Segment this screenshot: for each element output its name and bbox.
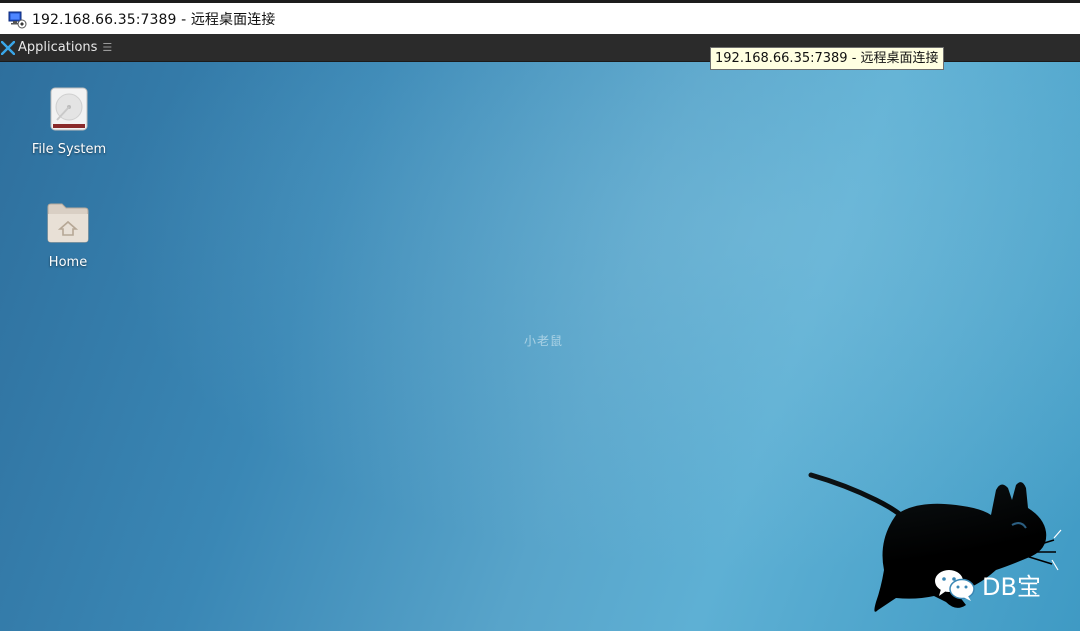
drive-icon — [50, 87, 88, 131]
watermark-text: DB宝 — [982, 573, 1041, 601]
applications-menu-button[interactable]: Applications ☰ — [0, 34, 112, 61]
xfce-logo-icon — [1, 40, 15, 55]
remote-desktop-icon — [8, 11, 27, 28]
wechat-icon — [935, 569, 975, 601]
applications-label: Applications — [18, 40, 98, 55]
desktop-icon-file-system[interactable]: File System — [19, 86, 119, 157]
window-title-tooltip: 192.168.66.35:7389 - 远程桌面连接 — [710, 47, 944, 70]
window-titlebar[interactable]: 192.168.66.35:7389 - 远程桌面连接 — [0, 0, 1080, 34]
menu-more-icon: ☰ — [102, 41, 113, 54]
home-folder-icon — [47, 203, 89, 243]
desktop-icon-label: File System — [31, 142, 107, 157]
wechat-watermark: DB宝 — [934, 567, 1041, 602]
desktop-icon-home[interactable]: Home — [18, 199, 118, 270]
center-watermark: 小老鼠 — [524, 334, 564, 348]
desktop-icon-label: Home — [48, 255, 88, 270]
window-title: 192.168.66.35:7389 - 远程桌面连接 — [32, 11, 276, 28]
desktop-area[interactable]: File System Home 小老鼠 DB宝 — [0, 62, 1080, 631]
